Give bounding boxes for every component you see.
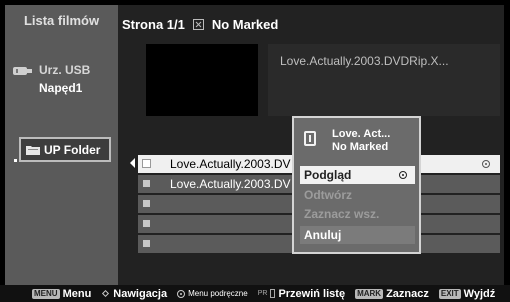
up-folder-button[interactable]: UP Folder: [19, 137, 111, 162]
file-info-panel: Love.Actually.2003.DVDRip.X...: [268, 44, 500, 116]
file-name: Love.Actually.2003.DV: [170, 177, 291, 191]
exit-help-text: Wyjdź: [463, 287, 496, 300]
ok-icon: [177, 289, 186, 298]
context-menu: Love. Act... No Marked Podgląd Odtwórz Z…: [292, 116, 421, 254]
navigation-icon: [101, 289, 110, 298]
usb-icon: [13, 67, 32, 75]
menu-item-preview[interactable]: Podgląd: [300, 166, 415, 184]
menu-item-mark-all[interactable]: Zaznacz wsz.: [300, 205, 415, 223]
menu-item-play[interactable]: Odtwórz: [300, 186, 415, 204]
context-menu-title: Love. Act... No Marked: [332, 128, 390, 154]
sidebar-title: Lista filmów: [23, 13, 100, 28]
checkbox[interactable]: [143, 240, 150, 247]
selected-filename: Love.Actually.2003.DVDRip.X...: [280, 54, 449, 68]
file-name: Love.Actually.2003.DV: [170, 157, 291, 171]
pr-icon: [270, 289, 276, 298]
checkbox[interactable]: [143, 220, 150, 227]
left-arrow-icon[interactable]: [130, 158, 135, 168]
menu-help-text: Menu: [62, 287, 92, 300]
help-menu: MENU Menu: [32, 288, 91, 300]
marked-status: No Marked: [211, 16, 279, 32]
info-icon: [304, 131, 316, 146]
checkbox[interactable]: [143, 180, 150, 187]
page-header: Strona 1/1 No Marked: [122, 11, 278, 37]
pr-key: PR: [257, 290, 268, 297]
mark-help-text: Zaznacz: [386, 287, 429, 300]
help-context-menu: Menu podręczne: [177, 289, 248, 298]
navigation-help-text: Nawigacja: [113, 287, 168, 300]
thumbnail-preview: [146, 44, 258, 116]
context-menu-filename: Love. Act...: [332, 128, 391, 140]
drive-label: Napęd1: [39, 81, 83, 95]
folder-icon: [26, 146, 40, 155]
menu-item-label: Podgląd: [304, 168, 352, 182]
selected-radio-icon: [399, 171, 407, 179]
mark-key: MARK: [355, 288, 384, 299]
help-bar: MENU Menu Nawigacja Menu podręczne PR Pr…: [0, 285, 510, 302]
checkbox[interactable]: [142, 159, 151, 168]
usb-device-label: Urz. USB: [39, 63, 91, 77]
movie-list-screen: Lista filmów Urz. USB Napęd1 UP Folder S…: [0, 0, 510, 302]
current-item-icon: [482, 160, 490, 168]
scroll-help-text: Przewiń listę: [278, 287, 346, 300]
menu-key: MENU: [32, 288, 60, 299]
menu-item-label: Anuluj: [304, 228, 342, 242]
help-scroll: PR Przewiń listę: [258, 288, 345, 300]
up-folder-label: UP Folder: [44, 143, 101, 157]
sidebar: Lista filmów Urz. USB Napęd1 UP Folder: [5, 5, 118, 285]
menu-item-label: Zaznacz wsz.: [304, 207, 380, 221]
help-exit: EXIT Wyjdź: [438, 287, 496, 300]
exit-key: EXIT: [438, 288, 461, 299]
page-indicator: Strona 1/1: [122, 16, 185, 32]
menu-item-label: Odtwórz: [304, 188, 352, 202]
checkbox[interactable]: [143, 200, 150, 207]
help-navigation: Nawigacja: [101, 288, 167, 300]
marked-icon: [192, 18, 204, 30]
context-menu-marked: No Marked: [332, 141, 389, 153]
sidebar-marker: [14, 159, 17, 162]
menu-item-cancel[interactable]: Anuluj: [300, 226, 415, 244]
context-menu-help-text: Menu podręczne: [188, 289, 248, 298]
help-mark: MARK Zaznacz: [355, 288, 429, 300]
